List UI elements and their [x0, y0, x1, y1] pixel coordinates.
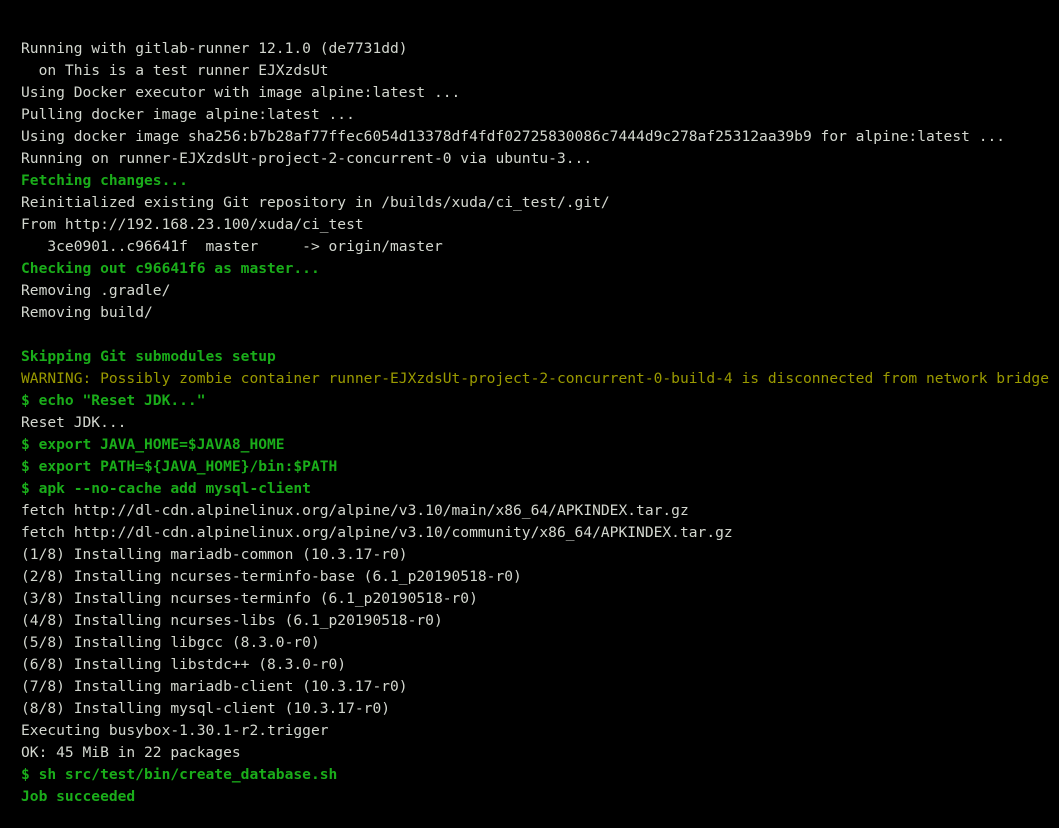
log-line: Pulling docker image alpine:latest ... — [21, 106, 355, 123]
log-line: Skipping Git submodules setup — [21, 348, 276, 365]
log-line: $ echo "Reset JDK..." — [21, 392, 206, 409]
log-line: (7/8) Installing mariadb-client (10.3.17… — [21, 678, 408, 695]
log-line: Job succeeded — [21, 788, 136, 805]
job-log-terminal[interactable]: Running with gitlab-runner 12.1.0 (de773… — [0, 0, 1059, 828]
log-line: Removing .gradle/ — [21, 282, 171, 299]
log-line: on This is a test runner EJXzdsUt — [21, 62, 329, 79]
log-line: Removing build/ — [21, 304, 153, 321]
log-line: OK: 45 MiB in 22 packages — [21, 744, 241, 761]
log-line: (5/8) Installing libgcc (8.3.0-r0) — [21, 634, 320, 651]
log-line: Reset JDK... — [21, 414, 127, 431]
log-line: (3/8) Installing ncurses-terminfo (6.1_p… — [21, 590, 478, 607]
log-line: Reinitialized existing Git repository in… — [21, 194, 610, 211]
log-line: Checking out c96641f6 as master... — [21, 260, 320, 277]
log-line: Using Docker executor with image alpine:… — [21, 84, 461, 101]
log-line: (8/8) Installing mysql-client (10.3.17-r… — [21, 700, 391, 717]
log-line-blank — [21, 324, 1059, 346]
log-line: $ export PATH=${JAVA_HOME}/bin:$PATH — [21, 458, 338, 475]
log-line: (6/8) Installing libstdc++ (8.3.0-r0) — [21, 656, 347, 673]
log-line: From http://192.168.23.100/xuda/ci_test — [21, 216, 364, 233]
log-line: WARNING: Possibly zombie container runne… — [21, 370, 1049, 387]
log-line: (1/8) Installing mariadb-common (10.3.17… — [21, 546, 408, 563]
log-line: (2/8) Installing ncurses-terminfo-base (… — [21, 568, 522, 585]
log-line: $ apk --no-cache add mysql-client — [21, 480, 311, 497]
log-line: $ export JAVA_HOME=$JAVA8_HOME — [21, 436, 285, 453]
log-line: $ sh src/test/bin/create_database.sh — [21, 766, 338, 783]
log-line: Executing busybox-1.30.1-r2.trigger — [21, 722, 329, 739]
log-line: (4/8) Installing ncurses-libs (6.1_p2019… — [21, 612, 443, 629]
log-line: fetch http://dl-cdn.alpinelinux.org/alpi… — [21, 502, 689, 519]
log-line: Fetching changes... — [21, 172, 188, 189]
log-line: Using docker image sha256:b7b28af77ffec6… — [21, 128, 1006, 145]
log-line: Running with gitlab-runner 12.1.0 (de773… — [21, 40, 408, 57]
log-line: 3ce0901..c96641f master -> origin/master — [21, 238, 443, 255]
log-line: Running on runner-EJXzdsUt-project-2-con… — [21, 150, 593, 167]
log-line: fetch http://dl-cdn.alpinelinux.org/alpi… — [21, 524, 733, 541]
